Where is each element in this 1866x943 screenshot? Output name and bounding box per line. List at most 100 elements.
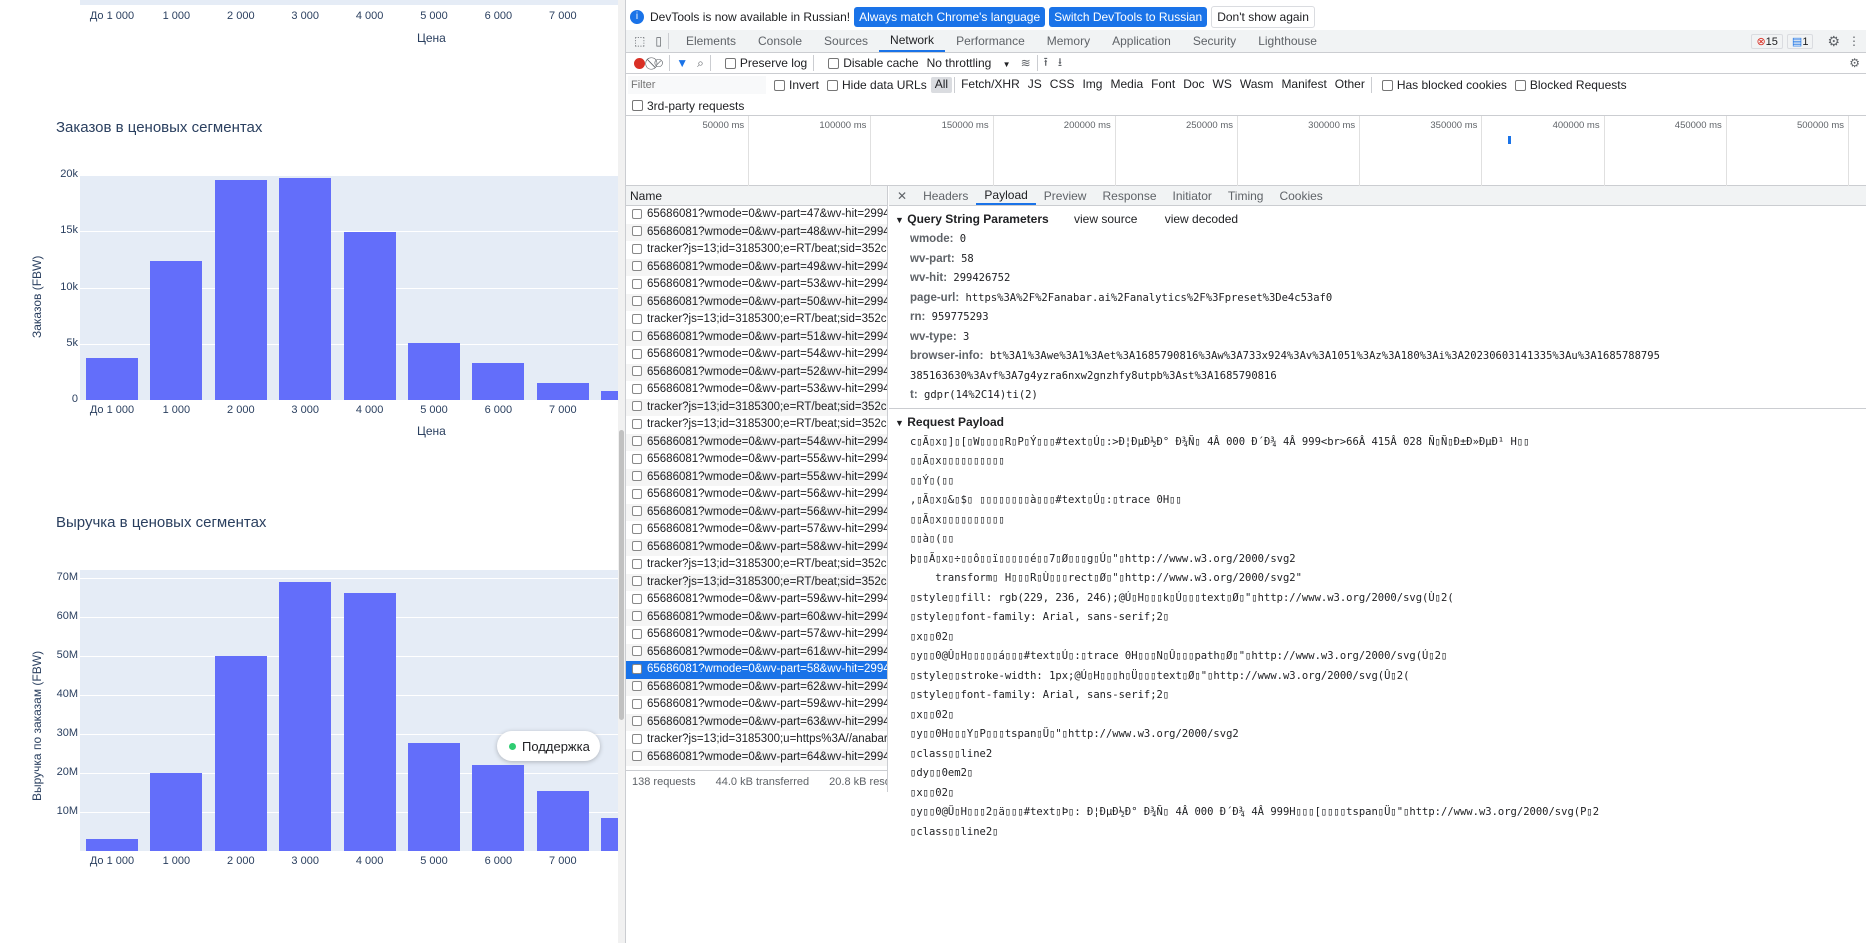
tab-sources[interactable]: Sources — [813, 30, 879, 52]
detail-tab-response[interactable]: Response — [1094, 186, 1164, 205]
network-settings-icon[interactable]: ⚙ — [1849, 56, 1860, 70]
row-checkbox[interactable] — [632, 331, 642, 342]
request-row[interactable]: 65686081?wmode=0&wv-part=62&wv-hit=29942… — [626, 678, 887, 696]
filter-type-fetch-xhr[interactable]: Fetch/XHR — [957, 77, 1024, 93]
row-checkbox[interactable] — [632, 366, 642, 377]
request-row[interactable]: 65686081?wmode=0&wv-part=53&wv-hit=29942… — [626, 381, 887, 399]
row-checkbox[interactable] — [632, 418, 642, 429]
request-row[interactable]: 65686081?wmode=0&wv-part=57&wv-hit=29942… — [626, 626, 887, 644]
row-checkbox[interactable] — [632, 733, 642, 744]
disable-cache-checkbox[interactable] — [828, 57, 840, 69]
scrollbar-thumb[interactable] — [619, 430, 624, 720]
request-row[interactable]: 65686081?wmode=0&wv-part=55&wv-hit=29942… — [626, 451, 887, 469]
hide-data-urls-checkbox[interactable] — [827, 79, 839, 91]
bar-1[interactable] — [150, 260, 203, 400]
request-row[interactable]: 65686081?wmode=0&wv-part=58&wv-hit=29942… — [626, 538, 887, 556]
row-checkbox[interactable] — [632, 751, 642, 762]
search-icon[interactable]: ⌕ — [697, 56, 704, 71]
third-party-checkbox[interactable] — [632, 100, 643, 111]
bar-0[interactable] — [86, 839, 138, 851]
detail-tab-payload[interactable]: Payload — [976, 186, 1036, 205]
request-row[interactable]: tracker?js=13;id=3185300;e=RT/beat;sid=3… — [626, 398, 887, 416]
row-checkbox[interactable] — [632, 558, 642, 569]
filter-type-font[interactable]: Font — [1147, 77, 1179, 93]
tab-lighthouse[interactable]: Lighthouse — [1247, 30, 1328, 52]
network-overview-timeline[interactable]: 50000 ms 100000 ms 150000 ms 200000 ms 25000… — [626, 116, 1866, 186]
request-row[interactable]: 65686081?wmode=0&wv-part=52&wv-hit=29942… — [626, 363, 887, 381]
request-row[interactable]: 65686081?wmode=0&wv-part=56&wv-hit=29942… — [626, 503, 887, 521]
name-column-header[interactable]: Name — [626, 186, 887, 206]
filter-type-all[interactable]: All — [930, 77, 953, 93]
tab-performance[interactable]: Performance — [945, 30, 1036, 52]
row-checkbox[interactable] — [632, 488, 642, 499]
bar-3[interactable] — [279, 178, 332, 400]
row-checkbox[interactable] — [632, 436, 642, 447]
tab-security[interactable]: Security — [1182, 30, 1247, 52]
bar-8[interactable] — [601, 818, 618, 851]
request-row[interactable]: 65686081?wmode=0&wv-part=53&wv-hit=29942… — [626, 276, 887, 294]
bar-5[interactable] — [408, 342, 460, 400]
settings-gear-icon[interactable]: ⚙ — [1827, 33, 1840, 50]
request-row[interactable]: tracker?js=13;id=3185300;u=https%3A//ana… — [626, 731, 887, 749]
bar-3[interactable] — [279, 581, 332, 851]
row-checkbox[interactable] — [632, 646, 642, 657]
dont-show-again-button[interactable]: Don't show again — [1211, 6, 1315, 28]
bar-2[interactable] — [214, 179, 267, 400]
detail-tab-headers[interactable]: Headers — [915, 186, 976, 205]
messages-badge[interactable]: ▤1 — [1786, 33, 1814, 49]
device-toolbar-icon[interactable]: ▯ — [655, 34, 662, 48]
row-checkbox[interactable] — [632, 261, 642, 272]
bar-2[interactable] — [214, 655, 267, 851]
filter-type-ws[interactable]: WS — [1209, 77, 1236, 93]
query-params-section-header[interactable]: ▼ Query String Parameters view source vi… — [889, 208, 1866, 230]
request-row[interactable]: tracker?js=13;id=3185300;e=RT/beat;sid=3… — [626, 573, 887, 591]
row-checkbox[interactable] — [632, 313, 642, 324]
request-row[interactable]: 65686081?wmode=0&wv-part=48&wv-hit=29942… — [626, 223, 887, 241]
request-row[interactable]: 65686081?wmode=0&wv-part=56&wv-hit=29942… — [626, 486, 887, 504]
tab-memory[interactable]: Memory — [1036, 30, 1101, 52]
filter-type-manifest[interactable]: Manifest — [1277, 77, 1330, 93]
filter-type-img[interactable]: Img — [1078, 77, 1106, 93]
request-row[interactable]: 65686081?wmode=0&wv-part=63&wv-hit=29942… — [626, 713, 887, 731]
detail-tab-timing[interactable]: Timing — [1220, 186, 1272, 205]
preserve-log-checkbox[interactable] — [724, 57, 736, 69]
bar-5[interactable] — [408, 743, 460, 851]
row-checkbox[interactable] — [632, 243, 642, 254]
filter-type-other[interactable]: Other — [1331, 77, 1369, 93]
invert-checkbox[interactable] — [774, 79, 785, 91]
bar-6[interactable] — [472, 765, 525, 851]
request-row[interactable]: 65686081?wmode=0&wv-part=59&wv-hit=29942… — [626, 696, 887, 714]
import-har-icon[interactable]: ⭱ — [1044, 53, 1048, 74]
request-row[interactable]: tracker?js=13;id=3185300;e=RT/beat;sid=3… — [626, 311, 887, 329]
request-row[interactable]: 65686081?wmode=0&wv-part=57&wv-hit=29942… — [626, 521, 887, 539]
row-checkbox[interactable] — [632, 541, 642, 552]
row-checkbox[interactable] — [632, 523, 642, 534]
tab-elements[interactable]: Elements — [675, 30, 747, 52]
blocked-requests-checkbox[interactable] — [1514, 79, 1526, 91]
filter-type-media[interactable]: Media — [1106, 77, 1147, 93]
errors-badge[interactable]: ⊗15 — [1751, 33, 1783, 49]
more-options-icon[interactable]: ⋮ — [1848, 34, 1860, 48]
row-checkbox[interactable] — [632, 698, 642, 709]
request-payload-section-header[interactable]: ▼ Request Payload — [889, 411, 1866, 433]
row-checkbox[interactable] — [632, 681, 642, 692]
clear-icon[interactable]: ⃠⊘ — [654, 56, 663, 71]
row-checkbox[interactable] — [632, 716, 642, 727]
row-checkbox[interactable] — [632, 383, 642, 394]
support-button[interactable]: Поддержка — [497, 731, 600, 761]
request-row[interactable]: 65686081?wmode=0&wv-part=49&wv-hit=29942… — [626, 258, 887, 276]
row-checkbox[interactable] — [632, 278, 642, 289]
row-checkbox[interactable] — [632, 506, 642, 517]
request-row[interactable]: 65686081?wmode=0&wv-part=54&wv-hit=29942… — [626, 433, 887, 451]
row-checkbox[interactable] — [632, 401, 642, 412]
row-checkbox[interactable] — [632, 453, 642, 464]
request-row[interactable]: 65686081?wmode=0&wv-part=58&wv-hit=29942… — [626, 661, 887, 679]
view-source-link[interactable]: view source — [1074, 212, 1137, 226]
blocked-cookies-checkbox[interactable] — [1381, 79, 1393, 91]
detail-tab-initiator[interactable]: Initiator — [1165, 186, 1220, 205]
request-row[interactable]: 65686081?wmode=0&wv-part=59&wv-hit=29942… — [626, 591, 887, 609]
match-language-button[interactable]: Always match Chrome's language — [854, 7, 1046, 27]
filter-icon[interactable]: ▼ — [676, 56, 688, 70]
filter-type-css[interactable]: CSS — [1046, 77, 1079, 93]
export-har-icon[interactable]: ⭳ — [1058, 53, 1062, 74]
